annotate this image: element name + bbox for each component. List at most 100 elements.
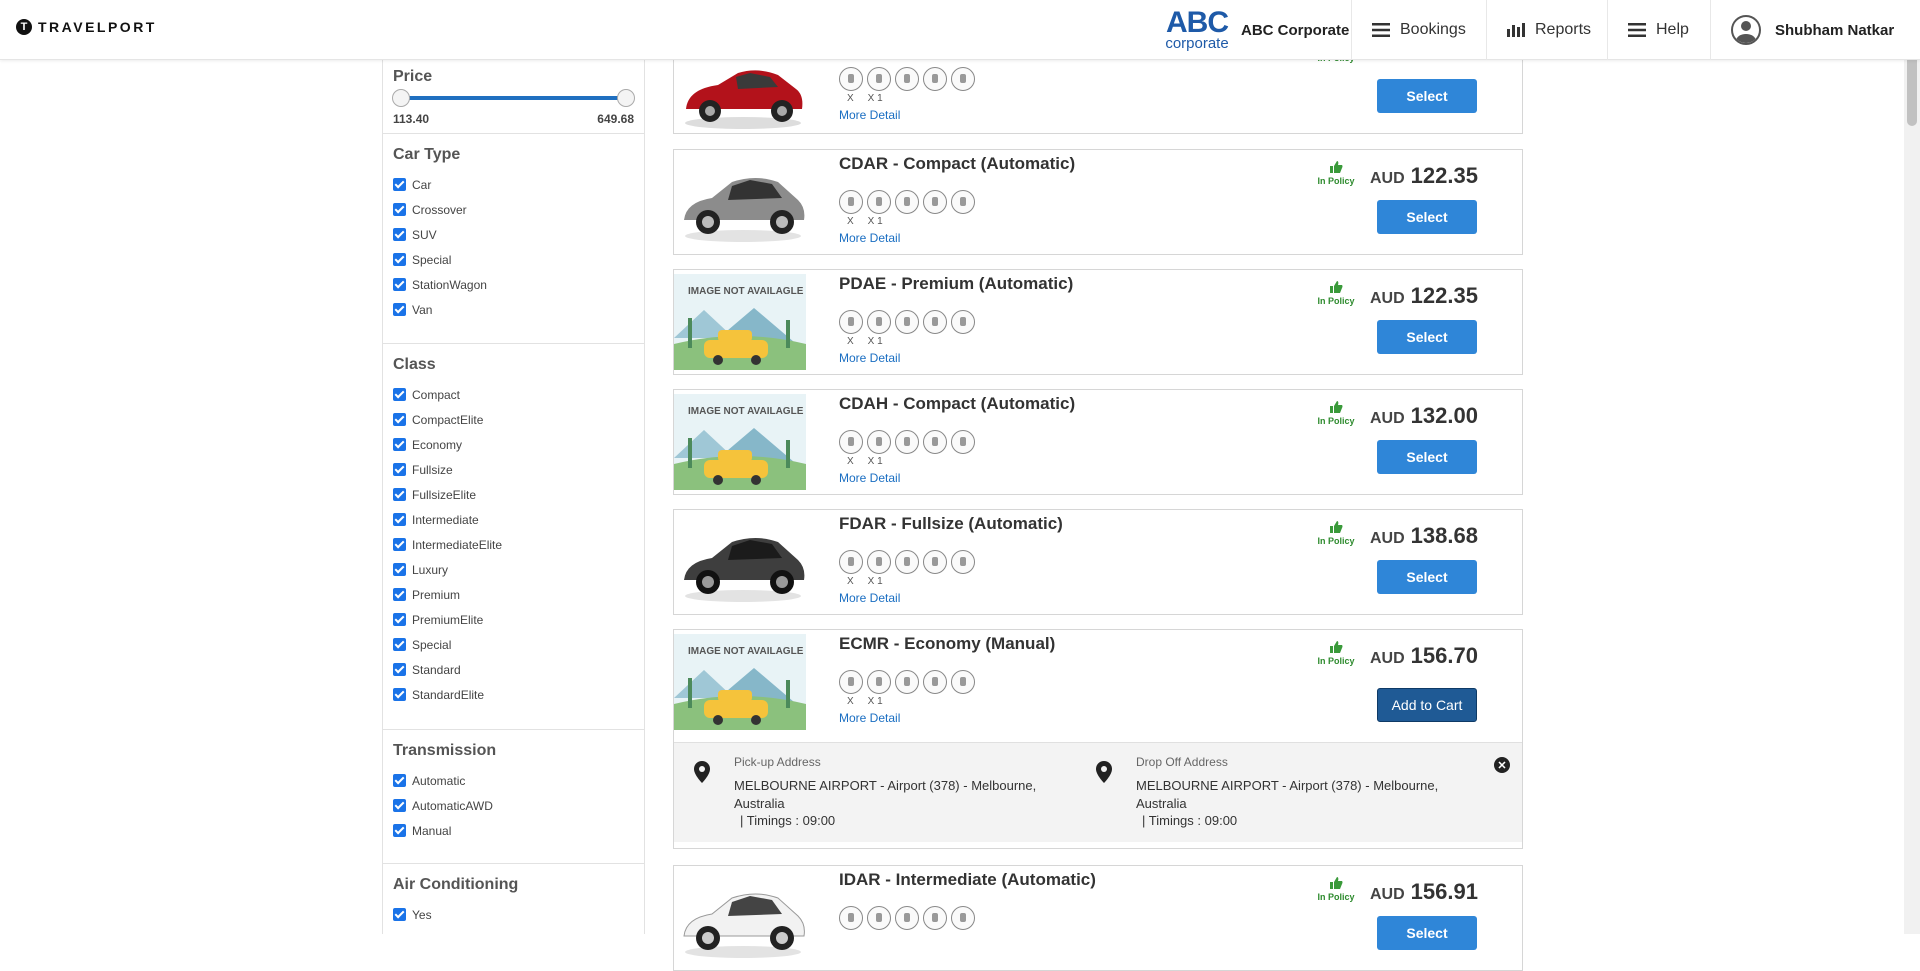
nav-bookings[interactable]: Bookings [1351, 0, 1486, 60]
more-detail-link[interactable]: More Detail [839, 471, 900, 485]
luggage-icon [867, 550, 891, 574]
travelport-logo[interactable]: T TRAVELPORT [16, 19, 157, 35]
seat-icon [895, 430, 919, 454]
close-icon[interactable]: ✕ [1494, 757, 1510, 773]
filter-option[interactable]: FullsizeElite [393, 482, 634, 507]
checkbox-checked[interactable] [393, 488, 406, 501]
filter-option-label: Automatic [412, 773, 466, 788]
filter-option[interactable]: SUV [393, 222, 634, 247]
more-detail-link[interactable]: More Detail [839, 108, 900, 122]
in-policy-label: In Policy [1317, 656, 1355, 666]
checkbox-checked[interactable] [393, 203, 406, 216]
passenger-icon [839, 430, 863, 454]
checkbox-checked[interactable] [393, 388, 406, 401]
filter-option[interactable]: Premium [393, 582, 634, 607]
filter-option-label: Van [412, 302, 433, 317]
seat-icon [895, 190, 919, 214]
page-scrollbar[interactable] [1904, 0, 1920, 934]
luggage-count: X 1 [867, 696, 883, 707]
feature-counts: X X 1 [839, 336, 883, 347]
filter-option[interactable]: Automatic [393, 768, 634, 793]
checkbox-checked[interactable] [393, 824, 406, 837]
filter-option[interactable]: Intermediate [393, 507, 634, 532]
image-not-available-label: IMAGE NOT AVAILAGLE [688, 646, 804, 657]
select-button[interactable]: Select [1377, 916, 1477, 950]
image-not-available: IMAGE NOT AVAILAGLE [674, 394, 806, 490]
checkbox-checked[interactable] [393, 513, 406, 526]
filter-option-label: Special [412, 637, 452, 652]
in-policy-badge: In Policy [1314, 876, 1358, 902]
checkbox-checked[interactable] [393, 413, 406, 426]
select-button[interactable]: Select [1377, 320, 1477, 354]
more-detail-link[interactable]: More Detail [839, 711, 900, 725]
checkbox-checked[interactable] [393, 253, 406, 266]
nav-reports[interactable]: Reports [1486, 0, 1611, 60]
filter-option[interactable]: Fullsize [393, 457, 634, 482]
car-image-dark-sedan [684, 538, 805, 602]
passenger-count: X [847, 696, 854, 707]
filter-option[interactable]: Luxury [393, 557, 634, 582]
filter-option[interactable]: AutomaticAWD [393, 793, 634, 818]
filter-option[interactable]: IntermediateElite [393, 532, 634, 557]
filter-option[interactable]: StationWagon [393, 272, 634, 297]
filter-option[interactable]: StandardElite [393, 682, 634, 707]
dropoff-timing: | Timings : 09:00 [1142, 813, 1238, 828]
filter-option[interactable]: Manual [393, 818, 634, 843]
checkbox-checked[interactable] [393, 774, 406, 787]
select-button[interactable]: Select [1377, 560, 1477, 594]
checkbox-checked[interactable] [393, 278, 406, 291]
more-detail-link[interactable]: More Detail [839, 351, 900, 365]
checkbox-checked[interactable] [393, 588, 406, 601]
car-image-silver-sedan [684, 178, 805, 242]
user-menu[interactable]: Shubham Natkar [1710, 0, 1914, 60]
checkbox-checked[interactable] [393, 303, 406, 316]
car-title: PDAE - Premium (Automatic) [839, 274, 1074, 293]
checkbox-checked[interactable] [393, 178, 406, 191]
passenger-count: X [847, 93, 854, 104]
checkbox-checked[interactable] [393, 563, 406, 576]
select-button[interactable]: Select [1377, 79, 1477, 113]
more-detail-link[interactable]: More Detail [839, 231, 900, 245]
nav-help[interactable]: Help [1607, 0, 1709, 60]
price-slider-min-handle[interactable] [392, 89, 410, 107]
checkbox-checked[interactable] [393, 638, 406, 651]
checkbox-checked[interactable] [393, 228, 406, 241]
filter-option[interactable]: Special [393, 632, 634, 657]
more-detail-link[interactable]: More Detail [839, 591, 900, 605]
corporate-logo-bottom: corporate [1165, 35, 1229, 52]
thumbs-up-icon [1330, 161, 1343, 173]
select-button[interactable]: Select [1377, 440, 1477, 474]
filter-option[interactable]: Special [393, 247, 634, 272]
in-policy-label: In Policy [1317, 416, 1355, 426]
checkbox-checked[interactable] [393, 613, 406, 626]
price-amount: 122.35 [1410, 283, 1478, 308]
filter-option[interactable]: Crossover [393, 197, 634, 222]
add-to-cart-button[interactable]: Add to Cart [1377, 688, 1477, 722]
bar-chart-icon [1507, 23, 1525, 37]
checkbox-checked[interactable] [393, 799, 406, 812]
checkbox-checked[interactable] [393, 463, 406, 476]
checkbox-checked[interactable] [393, 908, 406, 921]
filter-option[interactable]: Economy [393, 432, 634, 457]
checkbox-checked[interactable] [393, 438, 406, 451]
price-amount: 132.00 [1410, 403, 1478, 428]
filter-option[interactable]: Yes [393, 902, 634, 927]
filter-option-label: IntermediateElite [412, 537, 503, 552]
price-slider-max-handle[interactable] [617, 89, 635, 107]
filter-option[interactable]: Van [393, 297, 634, 322]
checkbox-checked[interactable] [393, 688, 406, 701]
feature-counts: X X 1 [839, 696, 883, 707]
filter-option[interactable]: Car [393, 172, 634, 197]
filter-option[interactable]: PremiumElite [393, 607, 634, 632]
filter-option[interactable]: Standard [393, 657, 634, 682]
filter-option[interactable]: Compact [393, 382, 634, 407]
checkbox-checked[interactable] [393, 538, 406, 551]
fuel-icon [951, 310, 975, 334]
dropoff-address-label: Drop Off Address [1136, 755, 1228, 769]
filter-option[interactable]: CompactElite [393, 407, 634, 432]
price-slider[interactable] [392, 89, 635, 107]
fuel-icon [951, 190, 975, 214]
select-button[interactable]: Select [1377, 200, 1477, 234]
checkbox-checked[interactable] [393, 663, 406, 676]
air-conditioning-icon [923, 190, 947, 214]
